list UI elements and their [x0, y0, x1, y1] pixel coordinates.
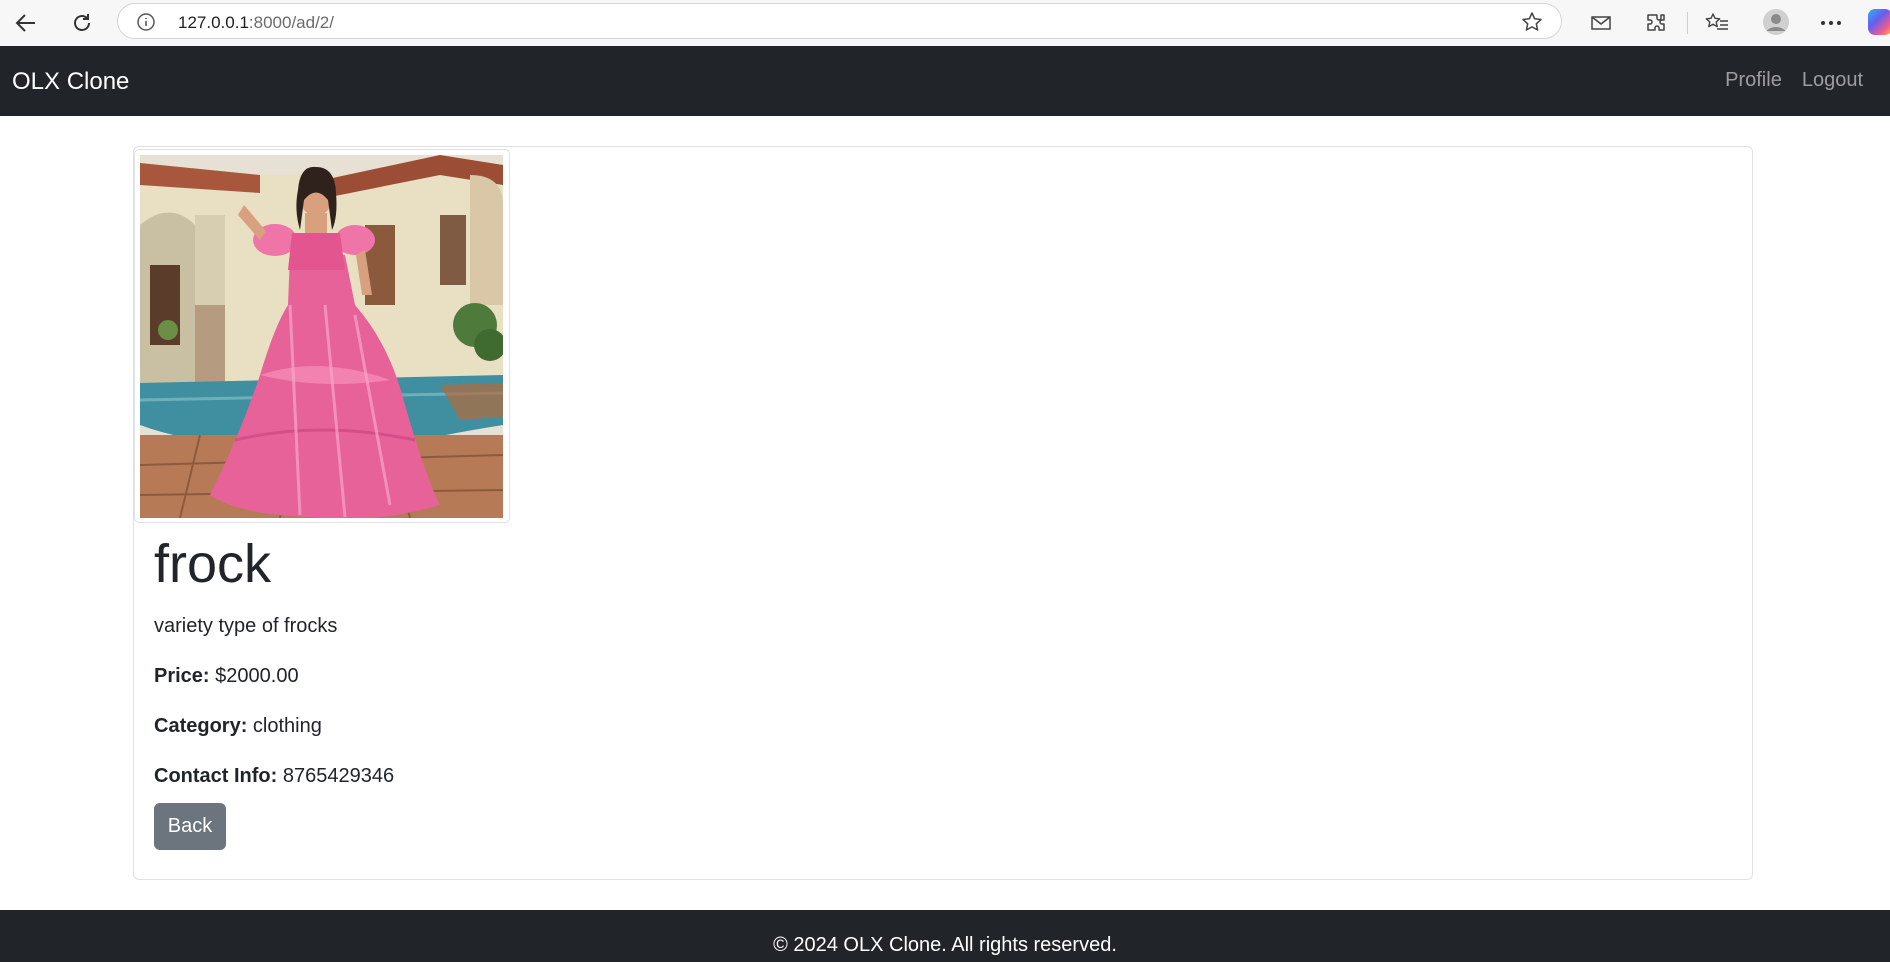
reload-icon[interactable] [62, 6, 102, 40]
mail-icon[interactable] [1581, 6, 1621, 40]
contact-value: 8765429346 [282, 765, 395, 787]
ad-image [134, 149, 510, 523]
url-text[interactable]: 127.0.0.1:8000/ad/2/ [178, 13, 334, 33]
info-icon[interactable] [136, 12, 156, 37]
nav-profile-link[interactable]: Profile [1725, 69, 1782, 92]
toolbar-divider [1687, 12, 1688, 34]
ad-detail-card: frock variety type of frocks Price: $200… [133, 146, 1753, 880]
url-path: :8000/ad/2/ [248, 13, 334, 32]
price-label: Price: [154, 665, 210, 687]
category-value: clothing [252, 715, 322, 737]
favorites-list-icon[interactable] [1697, 6, 1737, 40]
ad-title: frock [154, 534, 272, 594]
contact-label: Contact Info: [154, 765, 278, 787]
avatar-icon[interactable] [1760, 6, 1792, 38]
address-bar[interactable]: 127.0.0.1:8000/ad/2/ [117, 3, 1562, 39]
puzzle-icon[interactable] [1636, 6, 1676, 40]
ad-details: frock variety type of frocks Price: $200… [154, 534, 394, 850]
navbar: OLX Clone Profile Logout [0, 46, 1890, 116]
price-row: Price: $2000.00 [154, 665, 299, 688]
frock-photo [140, 155, 503, 518]
copilot-icon[interactable] [1868, 9, 1890, 35]
category-row: Category: clothing [154, 715, 322, 738]
back-arrow-icon[interactable] [6, 6, 46, 40]
more-dots-icon[interactable] [1811, 6, 1851, 40]
price-value: $2000.00 [215, 665, 299, 687]
nav-links: Profile Logout [1725, 69, 1863, 92]
back-button[interactable]: Back [154, 803, 226, 850]
contact-row: Contact Info: 8765429346 [154, 765, 394, 788]
footer-copyright: © 2024 OLX Clone. All rights reserved. [773, 934, 1117, 956]
category-label: Category: [154, 715, 248, 737]
nav-logout-link[interactable]: Logout [1802, 69, 1863, 92]
star-icon[interactable] [1521, 11, 1543, 38]
url-host: 127.0.0.1 [178, 13, 249, 32]
footer: © 2024 OLX Clone. All rights reserved. [0, 910, 1890, 962]
ad-description: variety type of frocks [154, 615, 338, 637]
brand-link[interactable]: OLX Clone [12, 68, 129, 96]
browser-toolbar: 127.0.0.1:8000/ad/2/ [0, 0, 1890, 46]
